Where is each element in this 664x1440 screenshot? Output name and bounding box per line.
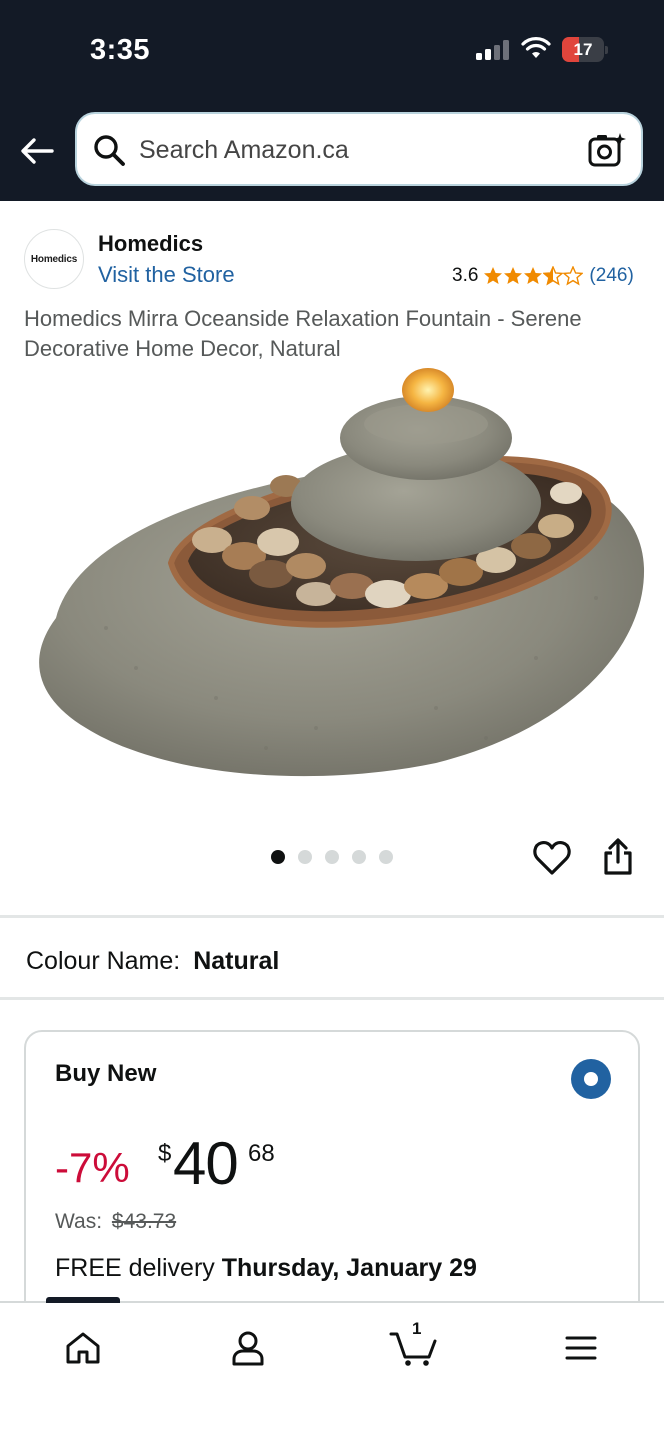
search-placeholder: Search Amazon.ca xyxy=(139,136,349,164)
cart-count-badge: 1 xyxy=(412,1319,422,1338)
colour-selector[interactable]: Colour Name: Natural xyxy=(26,947,279,976)
carousel-dot[interactable] xyxy=(379,850,393,864)
star-full-icon xyxy=(484,267,503,284)
star-rating xyxy=(483,266,584,286)
battery-icon: 17 xyxy=(562,37,608,62)
divider xyxy=(0,997,664,1000)
carousel-dot[interactable] xyxy=(352,850,366,864)
brand-logo-text: Homedics xyxy=(30,253,78,265)
buy-new-radio[interactable] xyxy=(571,1059,611,1099)
buy-new-box[interactable]: Buy New -7% $ 40 68 Was: $43.73 FREE del… xyxy=(24,1030,640,1330)
colour-value: Natural xyxy=(193,947,280,975)
nav-menu[interactable] xyxy=(551,1323,611,1373)
nav-account[interactable] xyxy=(218,1323,278,1373)
nav-home[interactable] xyxy=(53,1323,113,1373)
discount-percent: -7% xyxy=(55,1144,130,1191)
buy-new-title: Buy New xyxy=(55,1060,157,1087)
price-currency: $ xyxy=(158,1140,172,1167)
home-icon xyxy=(66,1332,100,1364)
product-image[interactable] xyxy=(16,368,648,788)
battery-level: 17 xyxy=(573,40,593,59)
delivery-info: FREE delivery Thursday, January 29 xyxy=(55,1254,477,1283)
bottom-nav xyxy=(0,1297,664,1440)
image-carousel-dots[interactable] xyxy=(271,850,393,864)
brand-logo[interactable]: Homedics xyxy=(24,229,84,289)
top-bar: 3:35 17 Search Amazon.ca xyxy=(0,0,664,201)
was-price-row: Was: $43.73 xyxy=(55,1210,176,1234)
wishlist-heart-icon[interactable] xyxy=(533,840,571,876)
account-icon xyxy=(232,1331,264,1366)
product-title: Homedics Mirra Oceanside Relaxation Foun… xyxy=(24,306,582,361)
was-label: Was: xyxy=(55,1210,103,1233)
menu-icon xyxy=(565,1336,597,1360)
star-half-icon xyxy=(543,266,564,286)
back-button[interactable] xyxy=(16,132,58,170)
delivery-date: Thursday, January 29 xyxy=(221,1254,477,1282)
was-price: $43.73 xyxy=(111,1210,177,1233)
search-icon xyxy=(94,135,125,166)
price-fraction: 68 xyxy=(248,1140,275,1167)
carousel-dot[interactable] xyxy=(325,850,339,864)
divider xyxy=(0,915,664,918)
rating-summary[interactable]: 3.6 (246) xyxy=(452,264,634,288)
star-full-icon xyxy=(504,267,523,284)
status-time: 3:35 xyxy=(90,34,151,66)
delivery-prefix: FREE delivery xyxy=(55,1254,215,1282)
star-empty-icon xyxy=(563,266,584,286)
star-full-icon xyxy=(524,267,543,284)
rating-value: 3.6 xyxy=(452,265,479,286)
rating-count: (246) xyxy=(589,265,634,286)
signal-icon xyxy=(476,40,510,60)
active-tab-indicator xyxy=(46,1297,120,1303)
carousel-dot[interactable] xyxy=(271,850,285,864)
camera-search-icon[interactable] xyxy=(587,131,627,169)
colour-label: Colour Name: xyxy=(26,947,181,975)
price-whole: 40 xyxy=(173,1130,239,1197)
visit-store-link[interactable]: Visit the Store xyxy=(98,262,235,288)
back-arrow-icon xyxy=(21,138,54,164)
carousel-dot[interactable] xyxy=(298,850,312,864)
share-icon[interactable] xyxy=(602,838,634,876)
brand-name: Homedics xyxy=(98,231,204,256)
wifi-icon xyxy=(521,37,551,58)
search-bar[interactable]: Search Amazon.ca xyxy=(75,112,643,186)
